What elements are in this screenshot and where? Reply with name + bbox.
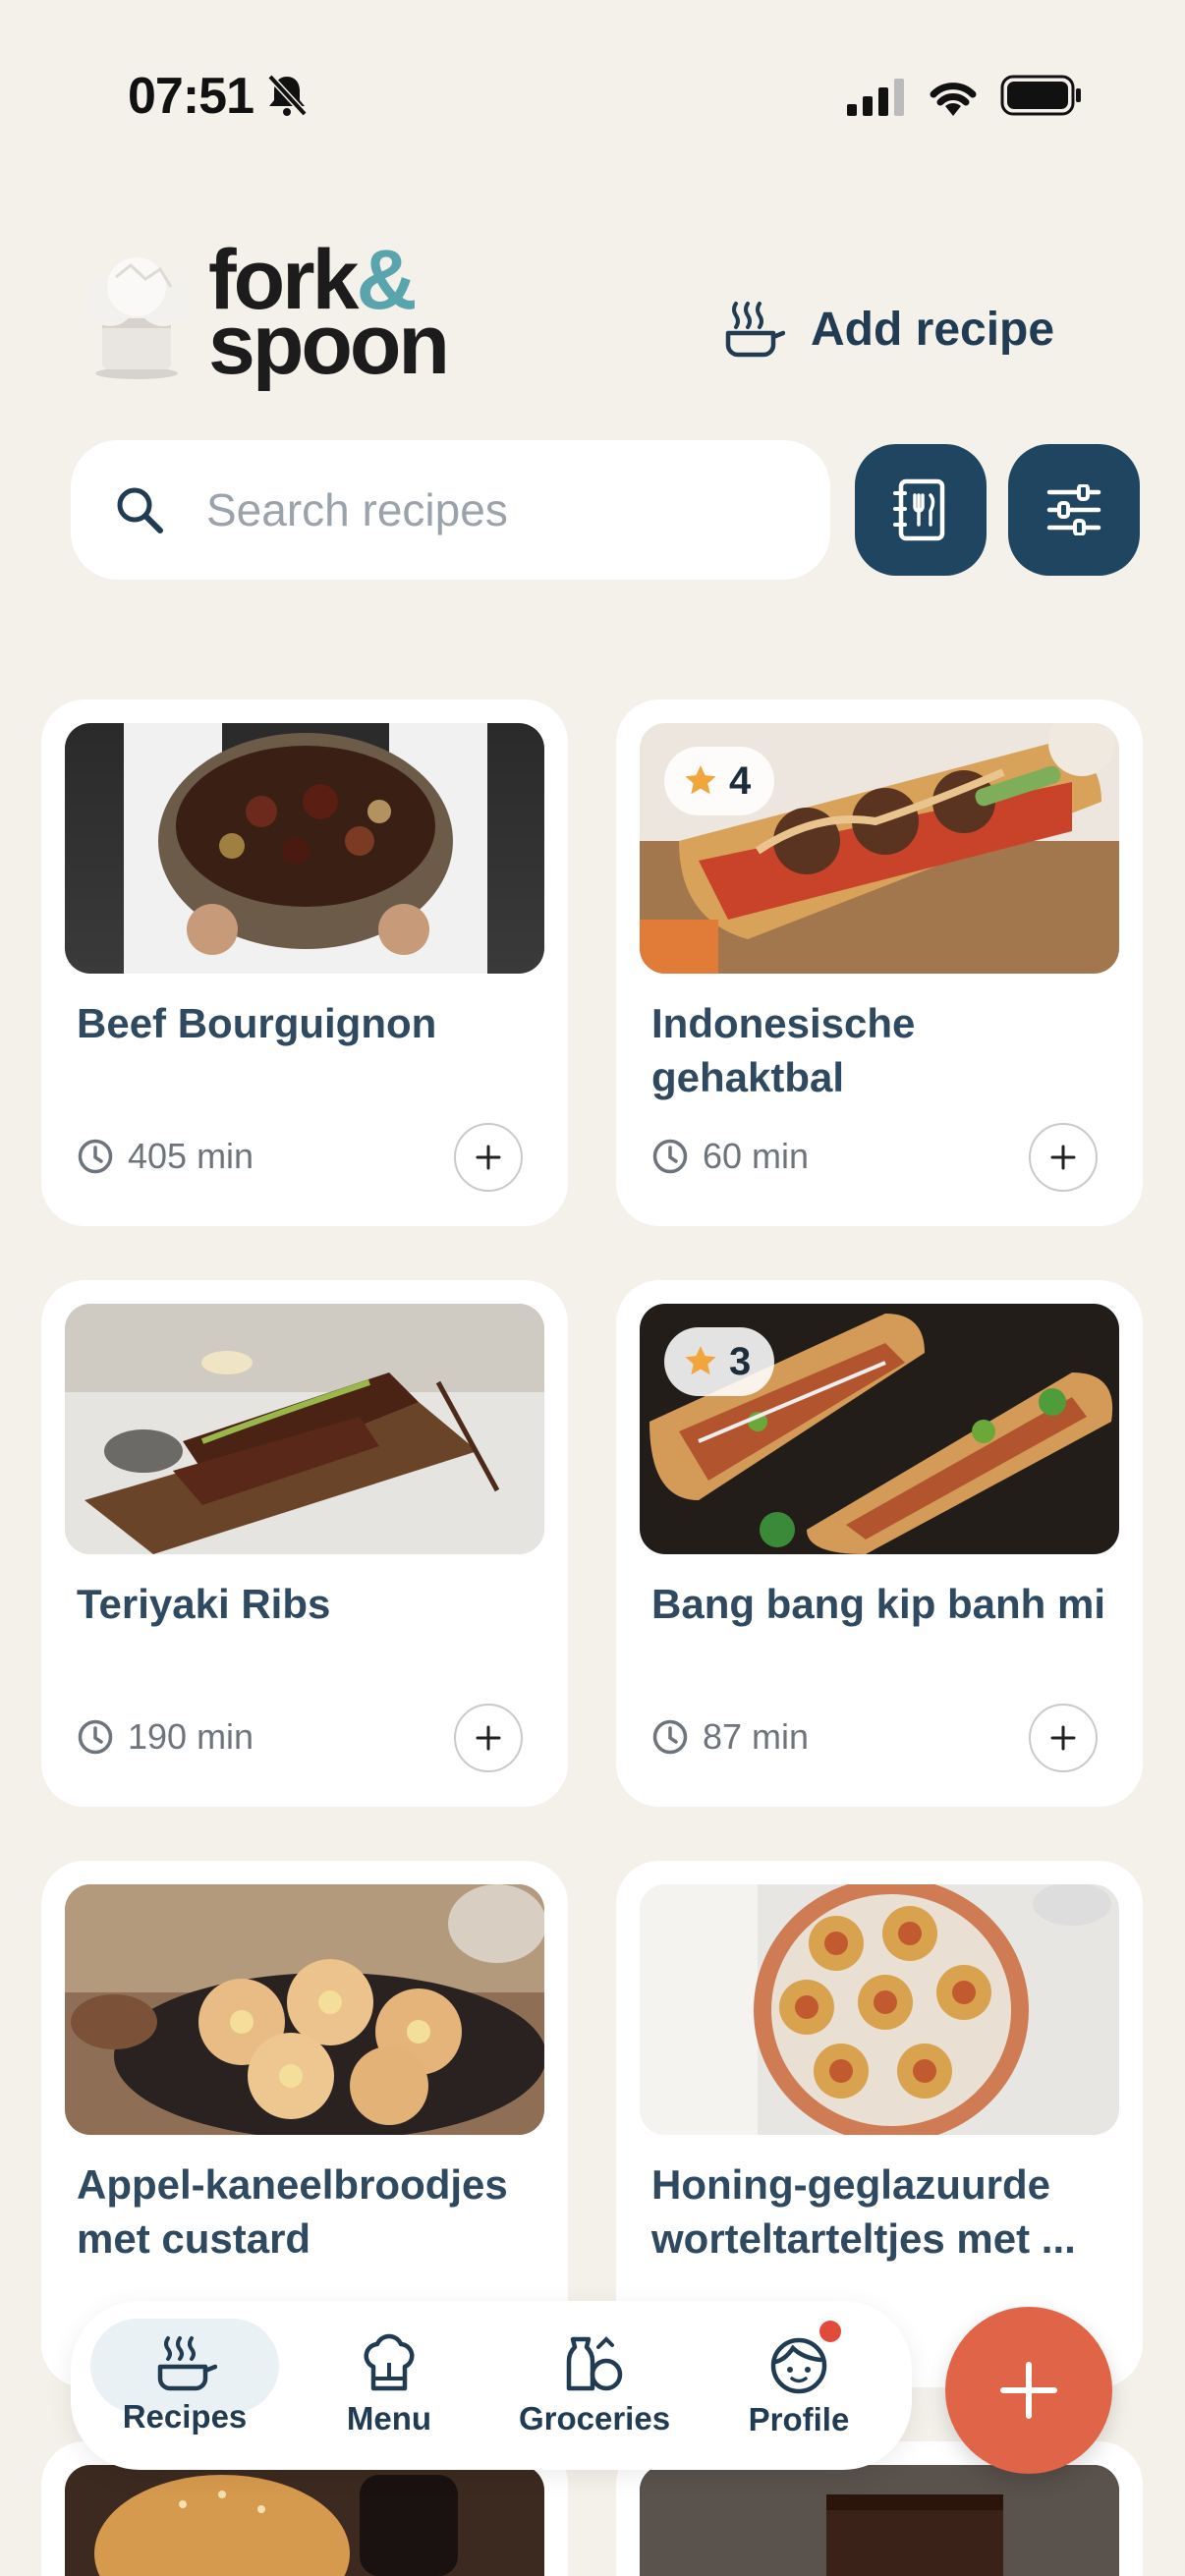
recipe-time-label: 190 min [128,1716,254,1757]
star-icon [685,765,716,795]
nav-item-recipes[interactable]: Recipes [91,2301,278,2470]
recipe-image [640,2465,1119,2576]
groceries-icon [566,2336,623,2391]
recipe-card[interactable]: Teriyaki Ribs 190 min [41,1280,568,1807]
recipe-title: Honing-geglazuurde worteltarteltjes met … [651,2161,1076,2262]
recipe-card[interactable]: 3 Bang bang kip banh mi 87 min [616,1280,1143,1807]
recipe-image [640,1884,1119,2135]
plus-icon [476,1145,501,1170]
app-logo: fork& spoon [208,238,450,392]
filter-sliders-icon [1046,484,1101,535]
clock-icon [78,1139,113,1174]
recipe-title: Bang bang kip banh mi [651,1581,1106,1627]
search-bar[interactable] [71,440,830,580]
nav-item-profile[interactable]: Profile [705,2301,892,2470]
recipe-card[interactable]: Beef Bourguignon 405 min [41,700,568,1226]
nav-item-menu[interactable]: Menu [296,2301,482,2470]
silent-bell-icon [267,74,308,117]
filter-button[interactable] [1008,444,1140,576]
recipe-image: 3 [640,1304,1119,1554]
recipe-title: Teriyaki Ribs [77,1581,331,1627]
status-time: 07:51 [128,68,254,125]
cellular-signal-icon [847,79,904,116]
rating-value: 3 [729,1339,752,1383]
bottom-navigation: Recipes Menu Groceries Profile [71,2301,912,2470]
menu-book-icon [893,478,945,541]
menu-book-button[interactable] [855,444,987,576]
notification-badge [819,2321,841,2342]
recipe-time-label: 87 min [703,1716,810,1757]
recipe-image [65,1304,544,1554]
plus-icon [1050,1145,1076,1170]
recipe-time: 87 min [651,1716,809,1758]
recipe-time: 60 min [651,1136,809,1177]
recipe-time-label: 405 min [128,1136,254,1176]
rating-value: 4 [729,758,752,803]
wifi-icon [930,83,977,116]
add-fab-button[interactable] [945,2307,1112,2474]
recipe-title: Appel-kaneelbroodjes met custard [77,2161,508,2262]
recipe-title: Beef Bourguignon [77,1000,437,1046]
recipe-time: 190 min [77,1716,254,1758]
cooking-pot-icon [725,302,785,358]
recipe-time-label: 60 min [703,1136,810,1176]
recipe-time: 405 min [77,1136,254,1177]
plus-icon [1050,1725,1076,1751]
recipe-image [65,1884,544,2135]
search-icon [117,487,163,533]
nav-label-groceries: Groceries [518,2400,671,2436]
clock-icon [78,1719,113,1755]
chef-hat-logo-icon [85,257,189,379]
plus-icon [1000,2362,1057,2419]
search-input[interactable] [204,482,759,537]
nav-label-recipes: Recipes [122,2398,248,2435]
recipe-title: Indonesische gehaktbal [651,1000,916,1100]
rating-badge: 3 [664,1327,775,1396]
rating-badge: 4 [664,747,775,815]
chef-hat-icon [364,2333,415,2391]
recipe-image [65,2465,544,2576]
nav-label-menu: Menu [346,2400,432,2436]
clock-icon [652,1719,688,1755]
recipe-card[interactable]: 4 Indonesische gehaktbal 60 min [616,700,1143,1226]
add-to-menu-button[interactable] [454,1704,523,1772]
battery-icon [1000,75,1081,116]
add-to-menu-button[interactable] [1029,1123,1098,1192]
clock-icon [652,1139,688,1174]
recipe-image [65,723,544,974]
logo-word-spoon: spoon [208,298,450,392]
nav-item-groceries[interactable]: Groceries [501,2301,688,2470]
profile-face-icon [770,2337,827,2394]
add-recipe-label: Add recipe [811,303,1055,356]
add-recipe-button[interactable]: Add recipe [722,295,1054,364]
nav-label-profile: Profile [748,2401,850,2437]
add-to-menu-button[interactable] [454,1123,523,1192]
recipe-image: 4 [640,723,1119,974]
star-icon [685,1346,716,1375]
add-to-menu-button[interactable] [1029,1704,1098,1772]
plus-icon [476,1725,501,1751]
cooking-pot-icon [157,2336,217,2391]
